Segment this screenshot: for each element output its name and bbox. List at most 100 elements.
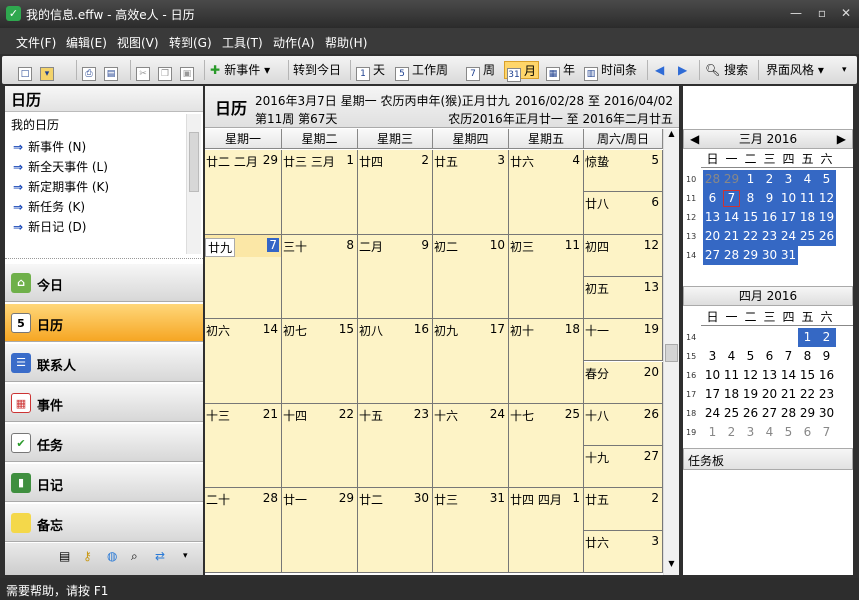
link-new-allday-event[interactable]: ⇒ 新全天事件 (L) xyxy=(13,158,108,175)
prev-month-icon[interactable]: ◀ xyxy=(690,130,699,148)
forward-arrow-icon[interactable]: ▶ xyxy=(678,61,687,79)
day-cell[interactable]: 十六 24 xyxy=(433,403,509,489)
weekend-cell[interactable]: 十一 19 xyxy=(584,319,663,362)
day-cell[interactable]: 廿五 3 xyxy=(433,150,509,235)
mini-day[interactable]: 4 xyxy=(798,170,817,189)
day-cell[interactable]: 初七 15 xyxy=(282,319,358,404)
mini-day[interactable]: 11 xyxy=(798,189,817,208)
day-cell[interactable]: 三十 8 xyxy=(282,234,358,320)
mini-day[interactable]: 20 xyxy=(760,385,779,404)
menu-edit[interactable]: 编辑(E) xyxy=(66,34,107,51)
menu-view[interactable]: 视图(V) xyxy=(117,34,159,51)
search-button[interactable]: 🔍︎ 搜索 xyxy=(705,61,748,79)
mini-day[interactable]: 14 xyxy=(722,208,741,227)
mini-day[interactable]: 7 xyxy=(817,423,836,442)
mini-day[interactable]: 3 xyxy=(703,347,722,366)
menu-actions[interactable]: 动作(A) xyxy=(273,34,315,51)
mini-day[interactable]: 29 xyxy=(798,404,817,423)
mini-day[interactable]: 22 xyxy=(741,227,760,246)
print-preview-icon[interactable]: ▤ xyxy=(104,61,121,81)
nav-calendar[interactable]: 5 日历 xyxy=(5,304,203,342)
weekend-cell[interactable]: 廿六 3 xyxy=(584,530,663,573)
scroll-down-icon[interactable]: ▼ xyxy=(665,559,678,573)
mini-day[interactable]: 6 xyxy=(703,189,722,208)
link-new-diary[interactable]: ⇒ 新日记 (D) xyxy=(13,218,86,235)
mini-day[interactable]: 13 xyxy=(703,208,722,227)
mini-day[interactable]: 17 xyxy=(703,385,722,404)
sync-icon[interactable]: ⇄ xyxy=(155,549,165,563)
mini-day[interactable]: 31 xyxy=(779,246,798,265)
mini-day[interactable]: 25 xyxy=(798,227,817,246)
mini-day[interactable]: 19 xyxy=(741,385,760,404)
mini-day[interactable]: 26 xyxy=(817,227,836,246)
workweek-view-button[interactable]: 5 工作周 xyxy=(395,61,448,81)
mini-day[interactable]: 30 xyxy=(817,404,836,423)
day-cell[interactable]: 廿二 30 xyxy=(358,488,433,573)
mini-day[interactable]: 28 xyxy=(703,170,722,189)
day-view-button[interactable]: 1天 xyxy=(356,61,385,81)
mini-day[interactable]: 6 xyxy=(798,423,817,442)
goto-today-button[interactable]: 转到今日 xyxy=(293,61,341,79)
back-arrow-icon[interactable]: ◀ xyxy=(655,61,664,79)
mini-day[interactable]: 28 xyxy=(779,404,798,423)
mini-day[interactable]: 9 xyxy=(817,347,836,366)
year-view-button[interactable]: ▦ 年 xyxy=(546,61,575,81)
menu-file[interactable]: 文件(F) xyxy=(16,34,56,51)
calendar-scrollbar[interactable]: ▲ ▼ xyxy=(663,129,679,575)
weekend-cell[interactable]: 惊蛰 5 xyxy=(584,150,663,193)
mini-day[interactable]: 26 xyxy=(741,404,760,423)
more-icon[interactable]: ▾ xyxy=(183,551,188,561)
splitter[interactable] xyxy=(5,258,203,262)
nav-contacts[interactable]: ☰ 联系人 xyxy=(5,344,203,382)
day-cell[interactable]: 廿一 29 xyxy=(282,488,358,573)
weekend-cell[interactable]: 十八 26 xyxy=(584,403,663,447)
weekend-cell[interactable]: 廿五 2 xyxy=(584,488,663,531)
day-cell[interactable]: 十五 23 xyxy=(358,403,433,489)
mini-day[interactable]: 7 xyxy=(779,347,798,366)
mini-day[interactable]: 5 xyxy=(741,347,760,366)
day-cell[interactable]: 廿四 2 xyxy=(358,150,433,235)
next-month-icon[interactable]: ▶ xyxy=(837,130,846,148)
mini-day[interactable]: 8 xyxy=(798,347,817,366)
mini-day[interactable]: 30 xyxy=(760,246,779,265)
mini-day[interactable]: 20 xyxy=(703,227,722,246)
mini-day[interactable]: 8 xyxy=(741,189,760,208)
mini-day[interactable]: 10 xyxy=(779,189,798,208)
mini-day[interactable]: 21 xyxy=(722,227,741,246)
weekend-cell[interactable]: 十九 27 xyxy=(584,446,663,489)
mini-day[interactable]: 3 xyxy=(741,423,760,442)
day-cell[interactable]: 初六 14 xyxy=(205,319,282,404)
mini-day[interactable]: 27 xyxy=(760,404,779,423)
key-icon[interactable]: ⚷ xyxy=(83,549,92,563)
copy-icon[interactable]: ❐ xyxy=(158,61,175,81)
new-file-icon[interactable]: □ xyxy=(18,61,35,81)
mini-day[interactable]: 4 xyxy=(722,347,741,366)
day-cell[interactable]: 廿四 四月 1 xyxy=(509,488,584,573)
mini-day[interactable]: 17 xyxy=(779,208,798,227)
menu-goto[interactable]: 转到(G) xyxy=(169,34,212,51)
mini-day[interactable]: 15 xyxy=(798,366,817,385)
link-new-event[interactable]: ⇒ 新事件 (N) xyxy=(13,138,86,155)
link-new-task[interactable]: ⇒ 新任务 (K) xyxy=(13,198,85,215)
day-cell[interactable]: 廿二 二月 29 xyxy=(205,150,282,235)
mini-day[interactable]: 1 xyxy=(798,328,817,347)
weekend-cell[interactable]: 廿八 6 xyxy=(584,192,663,235)
mini-day[interactable]: 21 xyxy=(779,385,798,404)
mini-day[interactable]: 18 xyxy=(722,385,741,404)
mini-day[interactable]: 1 xyxy=(703,423,722,442)
links-scrollbar[interactable] xyxy=(186,114,201,254)
mini-day[interactable]: 4 xyxy=(760,423,779,442)
mini-day[interactable]: 2 xyxy=(722,423,741,442)
link-new-recurring-event[interactable]: ⇒ 新定期事件 (K) xyxy=(13,178,109,195)
mini-day[interactable]: 22 xyxy=(798,385,817,404)
timeline-view-button[interactable]: ▥ 时间条 xyxy=(584,61,637,81)
close-button[interactable]: ✕ xyxy=(834,4,858,22)
weekend-cell[interactable]: 春分 20 xyxy=(584,361,663,404)
new-event-button[interactable]: ✚ 新事件 ▾ xyxy=(210,61,270,79)
mini-day[interactable]: 13 xyxy=(760,366,779,385)
mini-day[interactable]: 11 xyxy=(722,366,741,385)
mini-day[interactable]: 18 xyxy=(798,208,817,227)
mini-day[interactable]: 27 xyxy=(703,246,722,265)
day-cell[interactable]: 初九 17 xyxy=(433,319,509,404)
nav-tasks[interactable]: ✔ 任务 xyxy=(5,424,203,462)
